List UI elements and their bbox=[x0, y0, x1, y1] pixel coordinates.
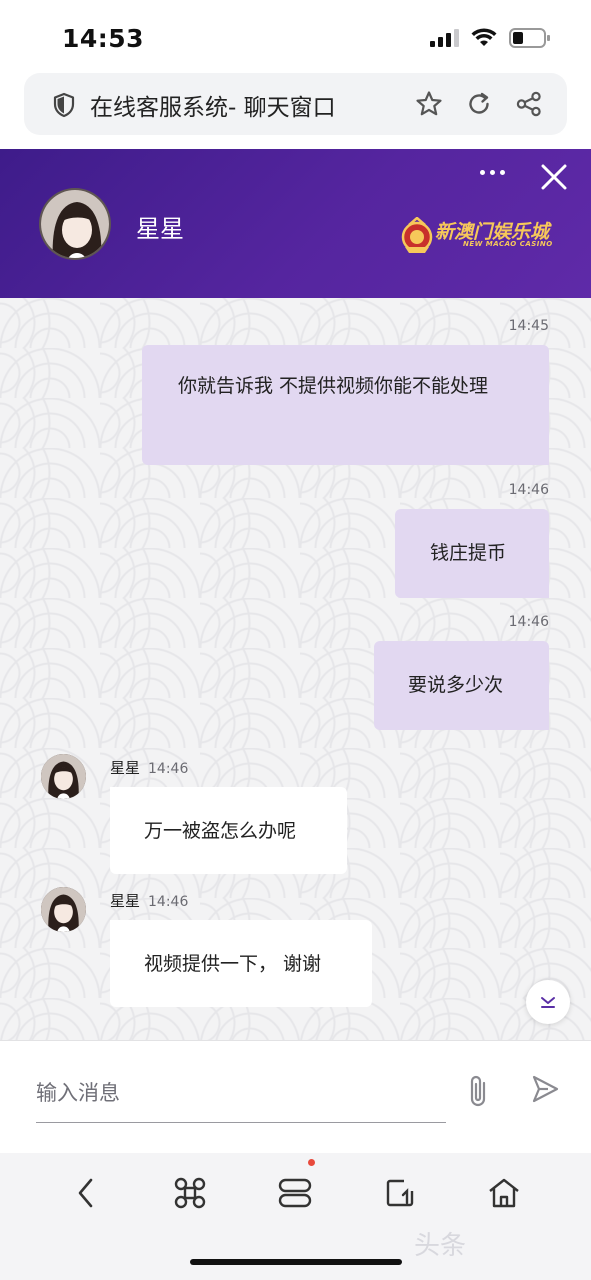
share-icon[interactable] bbox=[515, 90, 543, 118]
close-icon[interactable] bbox=[541, 164, 567, 190]
home-indicator bbox=[190, 1259, 402, 1265]
incoming-message[interactable]: 万一被盗怎么办呢 bbox=[110, 787, 347, 874]
agent-avatar bbox=[41, 754, 86, 799]
paperclip-icon[interactable] bbox=[465, 1073, 491, 1109]
chevron-down-icon bbox=[541, 997, 555, 1008]
chat-header: 星星 新澳门娱乐城 NEW MACAO CASINO bbox=[0, 149, 591, 298]
command-icon bbox=[174, 1177, 206, 1209]
browser-url-bar[interactable]: 在线客服系统- 聊天窗口 bbox=[24, 73, 567, 135]
agent-avatar bbox=[39, 188, 111, 260]
outgoing-message[interactable]: 你就告诉我 不提供视频你能不能处理 bbox=[142, 345, 549, 465]
status-bar: 14:53 bbox=[0, 0, 591, 72]
chat-message-list[interactable]: 14:45 你就告诉我 不提供视频你能不能处理 14:46 钱庄提币 14:46… bbox=[0, 298, 591, 1040]
incoming-message[interactable]: 视频提供一下， 谢谢 bbox=[110, 920, 372, 1007]
message-text: 要说多少次 bbox=[408, 674, 504, 696]
more-icon[interactable] bbox=[480, 170, 505, 175]
sender-name: 星星 bbox=[110, 892, 141, 910]
star-icon[interactable] bbox=[415, 90, 443, 118]
send-icon[interactable] bbox=[530, 1074, 560, 1104]
outgoing-message[interactable]: 钱庄提币 bbox=[395, 509, 549, 598]
message-text: 你就告诉我 不提供视频你能不能处理 bbox=[178, 375, 489, 397]
signal-icon bbox=[430, 29, 459, 47]
tab-switch-button[interactable] bbox=[380, 1173, 420, 1213]
notification-dot bbox=[308, 1159, 315, 1166]
message-time: 14:46 bbox=[508, 482, 549, 498]
browser-bottom-nav: 头条 bbox=[0, 1153, 591, 1280]
message-text: 视频提供一下， 谢谢 bbox=[144, 953, 322, 975]
message-input[interactable] bbox=[36, 1063, 446, 1123]
home-button[interactable] bbox=[484, 1173, 524, 1213]
scroll-to-bottom-button[interactable] bbox=[526, 980, 570, 1024]
url-actions bbox=[415, 90, 543, 118]
message-time: 14:46 bbox=[148, 761, 189, 777]
wifi-icon bbox=[471, 28, 497, 46]
message-text: 万一被盗怎么办呢 bbox=[144, 820, 297, 842]
message-meta: 星星 14:46 bbox=[110, 890, 188, 911]
agent-name: 星星 bbox=[136, 215, 184, 243]
message-text: 钱庄提币 bbox=[430, 542, 507, 564]
outgoing-message[interactable]: 要说多少次 bbox=[374, 641, 549, 730]
tabs-icon bbox=[278, 1178, 312, 1208]
tab-switch-icon bbox=[386, 1179, 414, 1207]
watermark: 头条 bbox=[414, 1231, 467, 1261]
message-meta: 星星 14:46 bbox=[110, 757, 188, 778]
message-time: 14:46 bbox=[148, 894, 189, 910]
home-icon bbox=[489, 1178, 519, 1208]
brand-logo: 新澳门娱乐城 NEW MACAO CASINO bbox=[401, 217, 553, 255]
battery-icon bbox=[509, 28, 550, 48]
brand-emblem-icon bbox=[401, 217, 433, 253]
reload-icon[interactable] bbox=[465, 90, 493, 118]
tabs-button[interactable] bbox=[275, 1173, 315, 1213]
back-icon bbox=[78, 1178, 93, 1208]
message-time: 14:45 bbox=[508, 318, 549, 334]
sender-name: 星星 bbox=[110, 759, 141, 777]
shortcuts-button[interactable] bbox=[170, 1173, 210, 1213]
message-composer bbox=[0, 1040, 591, 1154]
back-button[interactable] bbox=[66, 1173, 106, 1213]
status-time: 14:53 bbox=[62, 24, 145, 53]
status-icons bbox=[429, 27, 551, 49]
shield-icon bbox=[53, 92, 75, 118]
message-time: 14:46 bbox=[508, 614, 549, 630]
page-title: 在线客服系统- 聊天窗口 bbox=[90, 95, 336, 121]
agent-avatar bbox=[41, 887, 86, 932]
brand-subtitle: NEW MACAO CASINO bbox=[463, 240, 553, 248]
